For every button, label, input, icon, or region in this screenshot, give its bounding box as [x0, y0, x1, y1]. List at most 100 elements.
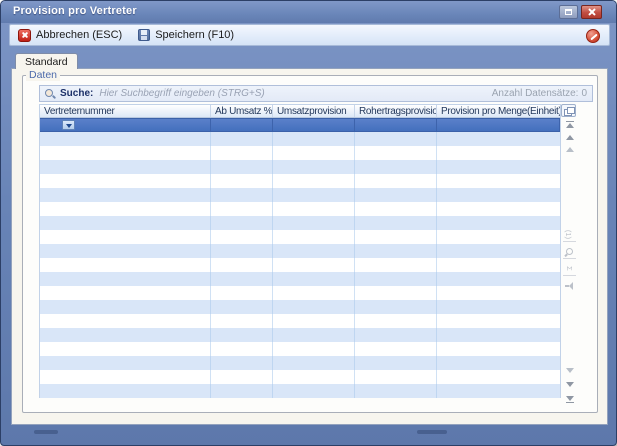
grid-cell	[211, 300, 273, 314]
grid-cell	[355, 286, 437, 300]
column-header-3[interactable]: Rohertragsprovision	[355, 105, 437, 117]
tab-page: Daten Suche: Anzahl Datensätze:0 Vertret…	[11, 68, 608, 425]
grid-cell	[273, 119, 355, 131]
search-bar: Suche: Anzahl Datensätze:0	[39, 85, 593, 102]
record-count-value: 0	[581, 88, 587, 99]
grid-row[interactable]	[40, 146, 560, 160]
grid-cell	[437, 188, 560, 202]
column-header-0[interactable]: Vertreternummer	[40, 105, 211, 117]
close-button[interactable]	[581, 5, 602, 19]
toolbar: Abbrechen (ESC) Speichern (F10)	[9, 24, 610, 46]
grid-row[interactable]	[40, 132, 560, 146]
grid-cell	[211, 286, 273, 300]
grid-row[interactable]	[40, 370, 560, 384]
grid-cell	[40, 342, 211, 356]
row-up-button[interactable]	[564, 133, 575, 142]
grid-row[interactable]	[40, 160, 560, 174]
search-icon	[44, 88, 56, 100]
grid-header: VertreternummerAb Umsatz %Umsatzprovisio…	[40, 104, 560, 118]
grid-row[interactable]	[40, 230, 560, 244]
grid-cell	[355, 314, 437, 328]
quick-search-icon[interactable]	[563, 246, 576, 259]
grid-row[interactable]	[40, 272, 560, 286]
grid-cell	[437, 132, 560, 146]
grid-cell	[40, 188, 211, 202]
search-input[interactable]	[99, 88, 491, 99]
grid-cell	[273, 202, 355, 216]
grid-cell	[40, 314, 211, 328]
grid-cell	[355, 342, 437, 356]
grid-row[interactable]	[40, 258, 560, 272]
cancel-button[interactable]: Abbrechen (ESC)	[10, 25, 130, 45]
grid-cell	[40, 286, 211, 300]
grid-cell	[211, 132, 273, 146]
column-header-1[interactable]: Ab Umsatz %	[211, 105, 273, 117]
grid-row[interactable]	[40, 300, 560, 314]
abort-circle-icon[interactable]	[586, 29, 600, 43]
grid-cell	[273, 132, 355, 146]
column-header-4[interactable]: Provision pro Menge(Einheit)	[437, 105, 560, 117]
grid-cell	[211, 202, 273, 216]
scroll-to-bottom-button[interactable]	[564, 394, 575, 403]
grid-row[interactable]	[40, 384, 560, 398]
grid-cell	[437, 370, 560, 384]
save-button[interactable]: Speichern (F10)	[130, 25, 242, 45]
filter-row-icon[interactable]	[563, 280, 576, 293]
restore-button[interactable]	[559, 5, 578, 19]
grid-cell	[355, 132, 437, 146]
grid-cell	[437, 300, 560, 314]
restore-icon	[565, 9, 572, 15]
grid-row[interactable]	[40, 202, 560, 216]
groupbox-label: Daten	[26, 69, 60, 81]
grid-cell	[355, 370, 437, 384]
cell-dropdown-button[interactable]	[62, 120, 75, 130]
grid-cell	[40, 356, 211, 370]
grid-cell	[437, 356, 560, 370]
page-up-button[interactable]	[564, 145, 575, 154]
grid-row[interactable]	[40, 356, 560, 370]
grid-cell	[437, 328, 560, 342]
grid-nav-bottom	[561, 366, 577, 403]
grid-cell	[40, 258, 211, 272]
page-down-button[interactable]	[564, 380, 575, 389]
grid-cell	[40, 132, 211, 146]
grid-cell	[437, 146, 560, 160]
grid-row[interactable]	[40, 244, 560, 258]
floppy-disk-icon	[138, 29, 150, 41]
grid-row-selected[interactable]	[40, 118, 560, 132]
grid-row[interactable]	[40, 286, 560, 300]
tab-standard[interactable]: Standard	[15, 53, 78, 69]
grid-cell	[40, 216, 211, 230]
row-down-button[interactable]	[564, 366, 575, 375]
grid-cell	[40, 230, 211, 244]
grid-cell	[437, 286, 560, 300]
grid-row[interactable]	[40, 216, 560, 230]
scroll-to-top-button[interactable]	[564, 121, 575, 130]
grid-tools-middle: (1) Σ	[561, 229, 577, 293]
grid-cell	[40, 300, 211, 314]
grid-row[interactable]	[40, 342, 560, 356]
copy-grid-button[interactable]	[561, 104, 576, 117]
grid-cell	[211, 356, 273, 370]
grid-cell	[211, 328, 273, 342]
record-indicator-icon[interactable]: (1)	[563, 229, 576, 242]
grid-row[interactable]	[40, 328, 560, 342]
title-bar[interactable]: Provision pro Vertreter	[1, 1, 616, 23]
sum-row-icon[interactable]: Σ	[563, 263, 576, 276]
grid-cell	[273, 230, 355, 244]
resize-grip-right	[417, 430, 447, 434]
grid-cell	[437, 384, 560, 398]
grid-cell	[211, 146, 273, 160]
grid-row[interactable]	[40, 174, 560, 188]
grid-cell	[273, 328, 355, 342]
grid-cell	[355, 384, 437, 398]
column-header-2[interactable]: Umsatzprovision	[273, 105, 355, 117]
grid-cell	[273, 300, 355, 314]
grid-row[interactable]	[40, 314, 560, 328]
grid-cell	[355, 272, 437, 286]
grid-row[interactable]	[40, 188, 560, 202]
grid-cell	[437, 160, 560, 174]
grid-nav-top	[561, 121, 577, 154]
record-count-label: Anzahl Datensätze:	[492, 88, 579, 99]
grid-cell	[273, 160, 355, 174]
